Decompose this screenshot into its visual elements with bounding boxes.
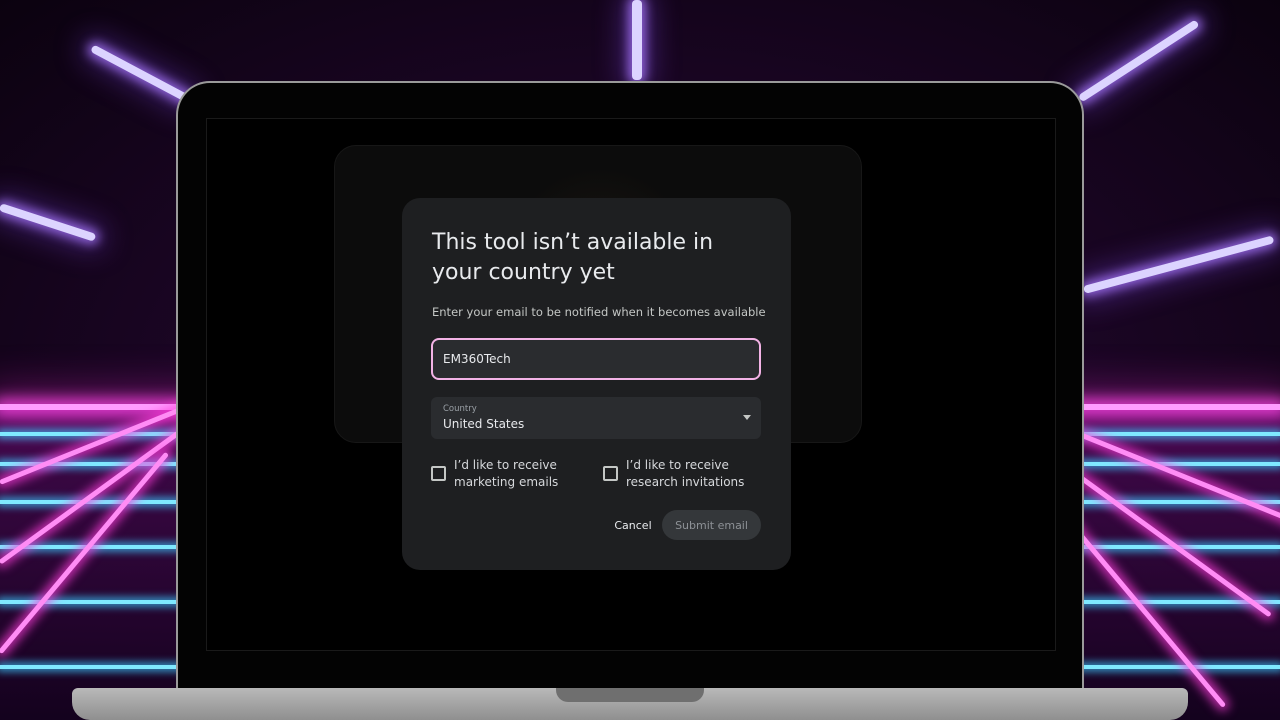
submit-email-button[interactable]: Submit email: [662, 510, 761, 540]
research-invitations-label: I’d like to receive research invitations: [626, 458, 745, 489]
research-invitations-checkbox[interactable]: [603, 466, 618, 481]
neon-ray: [0, 203, 97, 242]
marketing-emails-checkbox[interactable]: [431, 466, 446, 481]
cancel-button[interactable]: Cancel: [608, 511, 658, 539]
neon-ray: [1077, 19, 1200, 103]
marketing-emails-option[interactable]: I’d like to receive marketing emails: [431, 457, 564, 491]
neon-ray: [632, 0, 642, 80]
country-value: United States: [443, 417, 525, 431]
country-label: Country: [443, 404, 477, 414]
neon-ray: [1082, 235, 1275, 294]
unavailable-dialog: This tool isn’t available in your countr…: [402, 198, 791, 570]
country-select[interactable]: Country United States: [431, 397, 761, 439]
laptop-notch: [556, 688, 704, 702]
neon-ray: [90, 44, 192, 104]
marketing-emails-label: I’d like to receive marketing emails: [454, 458, 559, 489]
research-invitations-option[interactable]: I’d like to receive research invitations: [603, 457, 746, 491]
dialog-subtitle: Enter your email to be notified when it …: [432, 305, 766, 319]
email-input[interactable]: [431, 338, 761, 380]
dialog-title: This tool isn’t available in your countr…: [432, 230, 714, 285]
dropdown-arrow-icon: [743, 415, 751, 420]
